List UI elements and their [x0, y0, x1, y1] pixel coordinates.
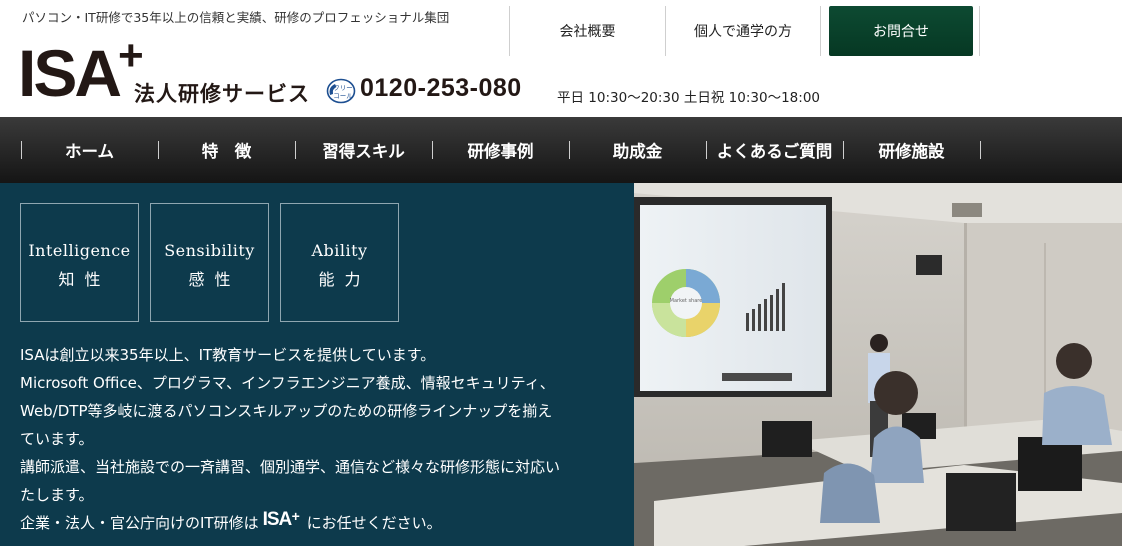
intro-line: Web/DTP等多岐に渡るパソコンスキルアップのための研修ラインナップを揃え — [20, 402, 553, 420]
slide-title: Market share — [670, 298, 703, 304]
nav-features[interactable]: 特 徴 — [158, 117, 295, 183]
value-ja: 能力 — [318, 270, 371, 289]
site-header: パソコン・IT研修で35年以上の信頼と実績、研修のプロフェッショナル集団 ISA… — [0, 0, 1122, 117]
intro-line: たします。 — [20, 486, 94, 504]
value-box-ability: Ability 能力 — [280, 203, 399, 322]
intro-line: ISAは創立以来35年以上、IT教育サービスを提供しています。 — [20, 346, 436, 364]
intro-closing-suffix: にお任せください。 — [306, 514, 442, 532]
intro-line: Microsoft Office、プログラマ、インフラエンジニア養成、情報セキュ… — [20, 374, 555, 392]
site-logo[interactable]: ISA + — [18, 34, 148, 110]
intro-text: ISAは創立以来35年以上、IT教育サービスを提供しています。 Microsof… — [20, 341, 610, 537]
global-nav: ホーム 特 徴 習得スキル 研修事例 助成金 よくあるご質問 研修施設 — [0, 117, 1122, 183]
contact-separator — [979, 6, 980, 56]
nav-faq[interactable]: よくあるご質問 — [706, 117, 843, 183]
contact-button[interactable]: お問合せ — [829, 6, 973, 56]
intro-closing-prefix: 企業・法人・官公庁向けのIT研修は — [20, 514, 259, 532]
company-overview-link[interactable]: 会社概要 — [509, 6, 665, 56]
header-links: 会社概要 個人で通学の方 — [509, 6, 821, 56]
value-box-intelligence: Intelligence 知性 — [20, 203, 139, 322]
intro-line: ています。 — [20, 430, 94, 448]
value-en: Intelligence — [28, 241, 131, 260]
nav-home[interactable]: ホーム — [21, 117, 158, 183]
value-ja: 知性 — [58, 270, 111, 289]
business-hours: 平日 10:30〜20:30 土日祝 10:30〜18:00 — [557, 90, 820, 106]
nav-facilities[interactable]: 研修施設 — [843, 117, 980, 183]
freecall-icon: フリー コール — [326, 78, 356, 104]
training-room-illustration: Market share — [634, 183, 1122, 546]
inline-isa-logo: ISA + — [262, 508, 300, 530]
individual-students-link[interactable]: 個人で通学の方 — [665, 6, 821, 56]
value-en: Ability — [311, 241, 368, 260]
intro-closing-line: 企業・法人・官公庁向けのIT研修は ISA + にお任せください。 — [20, 508, 610, 537]
nav-skills[interactable]: 習得スキル — [295, 117, 432, 183]
value-boxes: Intelligence 知性 Sensibility 感性 Ability 能… — [20, 203, 399, 322]
value-ja: 感性 — [188, 270, 241, 289]
nav-case-studies[interactable]: 研修事例 — [432, 117, 569, 183]
nav-subsidies[interactable]: 助成金 — [569, 117, 706, 183]
phone-number[interactable]: 0120-253-080 — [360, 74, 522, 103]
svg-text:コール: コール — [333, 92, 353, 100]
intro-panel: Intelligence 知性 Sensibility 感性 Ability 能… — [0, 183, 634, 546]
training-room-photo: Market share — [634, 183, 1122, 546]
nav-end-separator — [980, 141, 981, 159]
intro-line: 講師派遣、当社施設での一斉講習、個別通学、通信など様々な研修形態に対応い — [20, 458, 561, 476]
value-en: Sensibility — [164, 241, 255, 260]
freecall-icon-label: フリー — [333, 84, 353, 92]
logo-plus-mark: + — [118, 31, 144, 80]
logo-text: ISA — [18, 36, 122, 110]
service-name: 法人研修サービス — [134, 82, 310, 106]
header-tagline: パソコン・IT研修で35年以上の信頼と実績、研修のプロフェッショナル集団 — [22, 10, 450, 25]
value-box-sensibility: Sensibility 感性 — [150, 203, 269, 322]
